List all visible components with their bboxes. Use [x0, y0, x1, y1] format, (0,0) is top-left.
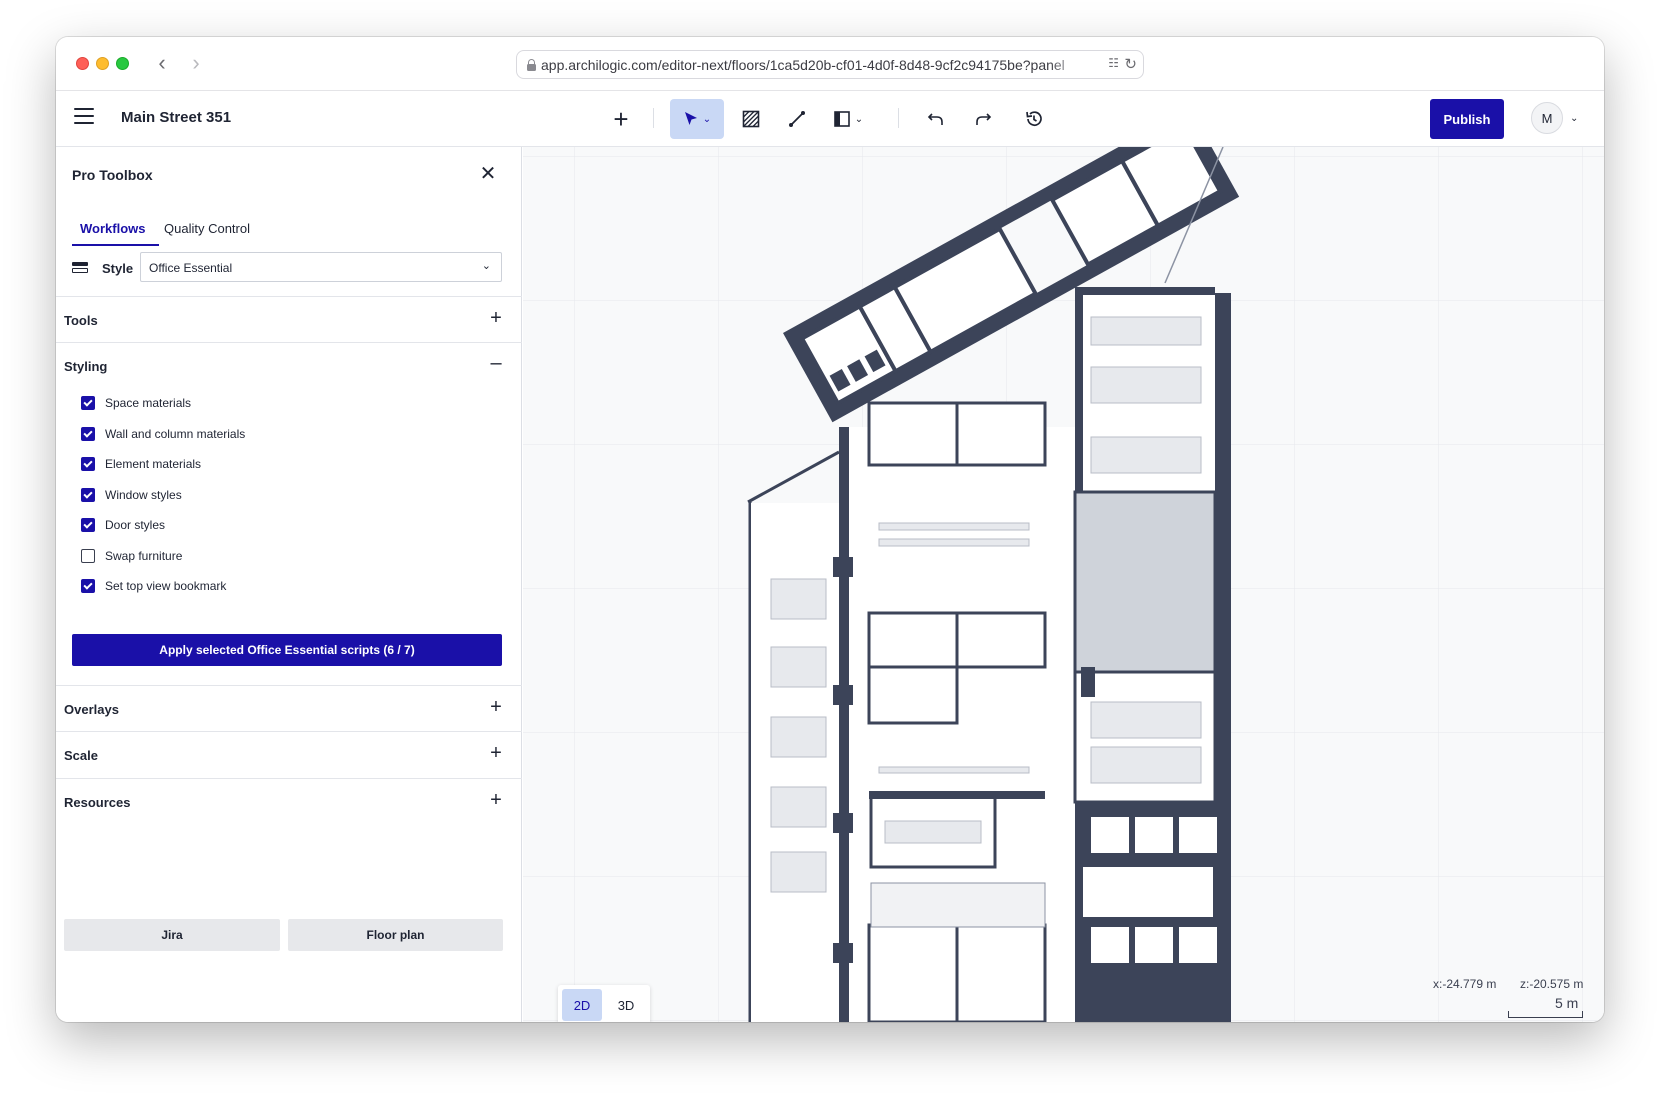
- checkbox-wall-column-materials[interactable]: Wall and column materials: [81, 425, 245, 443]
- floor-plan-canvas[interactable]: 2D 3D x:-24.779 m z:-20.575 m 5 m: [523, 147, 1604, 1022]
- resources-section[interactable]: Resources +: [56, 778, 522, 824]
- tab-quality-control[interactable]: Quality Control: [164, 221, 250, 244]
- chevron-down-icon[interactable]: ⌄: [1570, 113, 1578, 124]
- checkbox[interactable]: [81, 427, 95, 441]
- checkbox-top-view-bookmark[interactable]: Set top view bookmark: [81, 577, 226, 595]
- menu-icon[interactable]: [74, 108, 94, 124]
- coordinate-z: z:-20.575 m: [1520, 977, 1584, 991]
- checkbox[interactable]: [81, 457, 95, 471]
- section-title: Styling: [64, 359, 108, 374]
- checkbox-label: Door styles: [105, 518, 166, 532]
- history-button[interactable]: [1017, 99, 1051, 139]
- back-arrow-icon[interactable]: ‹: [150, 51, 174, 77]
- view-3d-button[interactable]: 3D: [606, 989, 646, 1021]
- redo-icon: [976, 113, 992, 125]
- checkbox-space-materials[interactable]: Space materials: [81, 394, 191, 412]
- checkbox-door-styles[interactable]: Door styles: [81, 516, 165, 534]
- history-icon: [1026, 111, 1042, 127]
- checkbox[interactable]: [81, 518, 95, 532]
- scale-label: 5 m: [1555, 995, 1579, 1011]
- checkbox[interactable]: [81, 488, 95, 502]
- section-title: Scale: [64, 748, 98, 763]
- zoom-window-button[interactable]: [116, 57, 129, 70]
- coordinate-x: x:-24.779 m: [1433, 977, 1497, 991]
- checkbox-label: Swap furniture: [105, 549, 183, 563]
- select-tool-button[interactable]: ⌄: [670, 99, 724, 139]
- view-mode-toggle: 2D 3D: [558, 985, 650, 1022]
- browser-window: ‹ › app.archilogic.com/editor-next/floor…: [56, 37, 1604, 1022]
- chevron-down-icon: ⌄: [481, 260, 491, 272]
- scale-section[interactable]: Scale +: [56, 731, 522, 778]
- element-tool-button[interactable]: ⌄: [826, 99, 870, 139]
- plus-icon[interactable]: +: [487, 789, 505, 812]
- view-2d-button[interactable]: 2D: [562, 989, 602, 1021]
- checkbox[interactable]: [81, 396, 95, 410]
- minus-icon[interactable]: –: [487, 352, 505, 375]
- user-avatar[interactable]: M: [1531, 102, 1563, 134]
- checkbox-label: Window styles: [105, 488, 182, 502]
- tab-workflows[interactable]: Workflows: [72, 221, 159, 246]
- line-tool-icon: [789, 111, 805, 127]
- minimize-window-button[interactable]: [96, 57, 109, 70]
- url-text: app.archilogic.com/editor-next/floors/1c…: [541, 56, 1065, 73]
- chevron-down-icon: ⌄: [854, 113, 864, 125]
- lock-icon: [527, 59, 536, 71]
- plus-icon[interactable]: +: [487, 307, 505, 330]
- overlays-section[interactable]: Overlays +: [56, 685, 522, 731]
- apply-scripts-button[interactable]: Apply selected Office Essential scripts …: [72, 634, 502, 666]
- section-title: Overlays: [64, 702, 119, 717]
- checkbox[interactable]: [81, 579, 95, 593]
- forward-arrow-icon[interactable]: ›: [184, 51, 208, 77]
- undo-button[interactable]: [919, 99, 953, 139]
- style-dropdown-value: Office Essential: [149, 261, 233, 275]
- reload-icon[interactable]: ↻: [1124, 55, 1137, 73]
- plus-icon[interactable]: +: [487, 742, 505, 765]
- address-bar[interactable]: app.archilogic.com/editor-next/floors/1c…: [516, 50, 1144, 79]
- add-icon[interactable]: +: [603, 99, 639, 139]
- checkbox-swap-furniture[interactable]: Swap furniture: [81, 547, 182, 565]
- pro-toolbox-panel: Pro Toolbox ✕ Workflows Quality Control …: [56, 147, 522, 1022]
- close-icon[interactable]: ✕: [476, 161, 500, 187]
- door-panel-icon: [833, 111, 850, 127]
- checkbox-element-materials[interactable]: Element materials: [81, 455, 201, 473]
- checkbox-window-styles[interactable]: Window styles: [81, 486, 182, 504]
- checkbox-label: Space materials: [105, 396, 192, 410]
- scale-bar: [1508, 1011, 1583, 1018]
- jira-button[interactable]: Jira: [64, 919, 280, 951]
- checkbox[interactable]: [81, 549, 95, 563]
- hatch-area-icon: [742, 110, 760, 128]
- chevron-down-icon: ⌄: [702, 113, 712, 125]
- redo-button[interactable]: [966, 99, 1000, 139]
- document-title: Main Street 351: [121, 109, 232, 126]
- publish-button[interactable]: Publish: [1430, 99, 1504, 139]
- plus-icon[interactable]: +: [487, 696, 505, 719]
- wall-tool-button[interactable]: [780, 99, 814, 139]
- toolbar-divider: [653, 108, 654, 128]
- toolbar-divider: [898, 108, 899, 128]
- section-title: Tools: [64, 313, 98, 328]
- style-dropdown[interactable]: Office Essential ⌄: [140, 252, 502, 282]
- browser-toolbar: ‹ › app.archilogic.com/editor-next/floor…: [56, 37, 1604, 91]
- tools-section[interactable]: Tools +: [56, 296, 522, 342]
- space-tool-button[interactable]: [734, 99, 768, 139]
- style-label: Style: [102, 261, 134, 276]
- style-icon: [72, 262, 88, 274]
- section-title: Resources: [64, 795, 131, 810]
- checkbox-label: Element materials: [105, 457, 202, 471]
- checkbox-label: Set top view bookmark: [105, 579, 227, 593]
- checkbox-label: Wall and column materials: [105, 427, 246, 441]
- undo-icon: [927, 113, 943, 125]
- close-window-button[interactable]: [76, 57, 89, 70]
- pointer-icon: [684, 112, 697, 125]
- translate-icon[interactable]: ☷: [1108, 56, 1119, 70]
- panel-title: Pro Toolbox: [72, 167, 153, 183]
- app-header: Main Street 351 + ⌄ ⌄ Publish M ⌄: [56, 91, 1604, 147]
- floor-plan-button[interactable]: Floor plan: [288, 919, 503, 951]
- floor-plan-drawing[interactable]: [523, 147, 1604, 1022]
